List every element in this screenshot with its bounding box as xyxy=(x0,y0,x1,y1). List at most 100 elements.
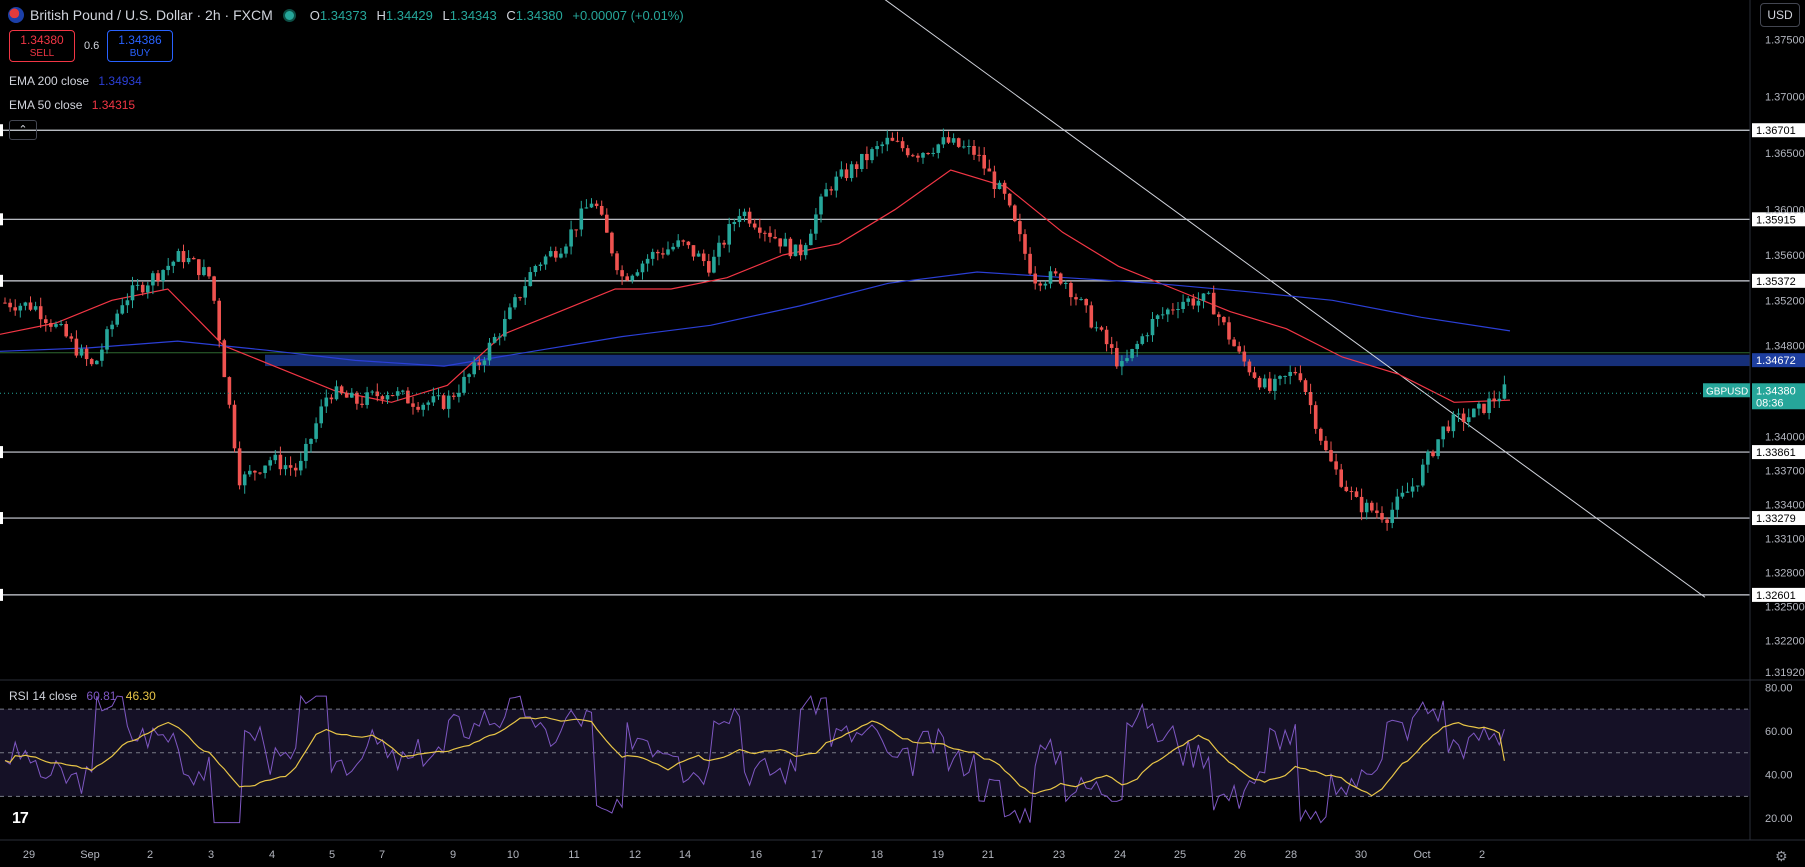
candle-body xyxy=(895,140,900,142)
candle-body xyxy=(666,249,670,255)
time-tick-label: 26 xyxy=(1234,849,1246,861)
candle-body xyxy=(95,360,99,365)
time-tick-label: 7 xyxy=(379,849,385,861)
candle-body xyxy=(406,390,410,404)
gbp-usd-flag-icon xyxy=(8,7,24,23)
candle-body xyxy=(1069,282,1073,298)
level-price-label: 1.36701 xyxy=(1756,125,1796,137)
candle-body xyxy=(1033,273,1037,284)
level-handle xyxy=(0,274,3,287)
candle-body xyxy=(1273,378,1277,391)
candle-body xyxy=(207,267,211,277)
candle-body xyxy=(803,245,808,256)
candle-body xyxy=(105,329,109,350)
time-tick-label: 2 xyxy=(147,849,153,861)
candle-body xyxy=(54,324,58,327)
price-tick-label: 1.32500 xyxy=(1765,601,1805,613)
candle-body xyxy=(472,362,476,375)
market-status-icon xyxy=(282,8,296,22)
candle-body xyxy=(997,182,1002,190)
downtrend-line xyxy=(884,0,1706,598)
tradingview-logo-icon: 17 xyxy=(12,810,29,827)
candle-body xyxy=(1324,440,1328,451)
candle-body xyxy=(712,256,716,273)
candle-body xyxy=(1130,349,1134,359)
candle-body xyxy=(707,261,711,273)
ema50-value: 1.34315 xyxy=(91,98,136,112)
candle-body xyxy=(788,238,793,257)
candle-body xyxy=(1288,371,1292,376)
candle-body xyxy=(926,152,930,154)
buy-label: BUY xyxy=(129,48,151,59)
candle-body xyxy=(1023,234,1027,254)
candle-body xyxy=(385,395,390,400)
candle-body xyxy=(1395,496,1400,510)
candle-body xyxy=(605,214,609,233)
time-tick-label: 2 xyxy=(1479,849,1485,861)
candle-body xyxy=(436,395,441,397)
chevron-up-icon[interactable]: ⌃ xyxy=(9,120,37,140)
candle-body xyxy=(814,214,818,234)
ema200-legend[interactable]: EMA 200 close 1.34934 xyxy=(9,74,142,88)
rsi-tick-label: 20.00 xyxy=(1765,813,1793,825)
candle-body xyxy=(1166,309,1170,315)
symbol-tag: GBPUSD xyxy=(1706,386,1748,397)
candle-body xyxy=(1359,496,1364,513)
candle-body xyxy=(737,216,742,223)
candle-body xyxy=(1410,486,1415,492)
buy-button[interactable]: 1.34386 BUY xyxy=(107,30,173,62)
candle-body xyxy=(1466,417,1471,422)
candle-body xyxy=(768,232,772,237)
candle-body xyxy=(242,474,247,486)
candle-body xyxy=(559,253,563,258)
candle-body xyxy=(74,338,79,356)
candle-body xyxy=(1390,509,1394,523)
ema200-line xyxy=(0,271,1511,367)
rsi-legend[interactable]: RSI 14 close 60.81 46.30 xyxy=(9,689,156,703)
candle-body xyxy=(599,205,604,215)
candle-body xyxy=(870,149,874,161)
candle-body xyxy=(426,402,431,405)
candle-body xyxy=(1007,193,1012,206)
time-tick-label: 11 xyxy=(568,849,579,861)
candle-body xyxy=(3,302,7,304)
candle-body xyxy=(1125,358,1129,362)
candle-body xyxy=(380,396,385,400)
candle-body xyxy=(538,264,543,266)
candle-body xyxy=(977,154,981,156)
candle-body xyxy=(936,144,941,153)
candle-body xyxy=(732,222,737,225)
candle-body xyxy=(1109,344,1114,348)
candle-body xyxy=(227,377,232,405)
candle-body xyxy=(773,236,777,239)
candle-body xyxy=(1247,361,1252,373)
candle-body xyxy=(1196,300,1201,306)
candle-body xyxy=(508,307,512,319)
candle-body xyxy=(1502,384,1507,399)
candle-body xyxy=(370,391,374,393)
candle-body xyxy=(482,360,487,365)
candle-body xyxy=(931,152,935,154)
symbol-title[interactable]: British Pound / U.S. Dollar · 2h · FXCM xyxy=(30,7,273,23)
candle-body xyxy=(1099,327,1104,330)
candle-body xyxy=(972,145,976,155)
candle-body xyxy=(1074,297,1078,300)
ema50-legend[interactable]: EMA 50 close 1.34315 xyxy=(9,98,135,112)
candle-body xyxy=(1232,339,1236,347)
candle-body xyxy=(350,392,354,398)
candle-body xyxy=(1298,373,1303,381)
candle-body xyxy=(911,155,915,157)
price-chart[interactable]: 1.34672 1.367011.359151.353721.338611.33… xyxy=(0,0,1805,867)
gear-icon[interactable]: ⚙ xyxy=(1775,848,1788,865)
candle-body xyxy=(584,207,589,209)
price-tick-label: 1.35600 xyxy=(1765,250,1805,262)
candle-body xyxy=(1043,283,1048,286)
currency-selector[interactable]: USD xyxy=(1760,3,1800,27)
candle-body xyxy=(1303,380,1308,392)
candle-body xyxy=(49,323,53,327)
candle-body xyxy=(181,251,186,263)
time-tick-label: 25 xyxy=(1174,849,1186,861)
candle-body xyxy=(513,297,517,308)
candle-body xyxy=(28,302,33,310)
sell-button[interactable]: 1.34380 SELL xyxy=(9,30,75,62)
